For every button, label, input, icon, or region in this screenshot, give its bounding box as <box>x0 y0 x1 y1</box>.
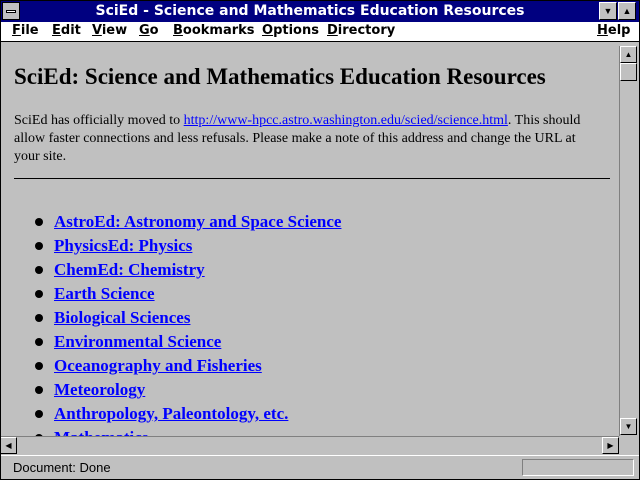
list-item: Biological Sciences <box>0 306 341 330</box>
menu-edit[interactable]: Edit <box>52 23 81 38</box>
bullet-icon <box>35 362 43 370</box>
link-earth-science[interactable]: Earth Science <box>54 284 155 303</box>
bullet-icon <box>35 290 43 298</box>
maximize-button[interactable]: ▲ <box>618 2 636 20</box>
list-item: Meteorology <box>0 378 341 402</box>
list-item: Earth Science <box>0 282 341 306</box>
arrow-right-icon: ▶ <box>607 441 614 450</box>
vertical-scroll-thumb[interactable] <box>620 63 637 81</box>
menu-bookmarks[interactable]: Bookmarks <box>173 23 255 38</box>
link-oceanography[interactable]: Oceanography and Fisheries <box>54 356 262 375</box>
list-item: AstroEd: Astronomy and Space Science <box>0 210 341 234</box>
document-content: SciEd: Science and Mathematics Education… <box>0 46 619 436</box>
minimize-icon: ▼ <box>603 6 613 16</box>
horizontal-rule <box>14 178 610 179</box>
menu-go[interactable]: Go <box>139 23 159 38</box>
horizontal-scrollbar[interactable]: ◀ ▶ <box>0 436 619 454</box>
bullet-icon <box>35 410 43 418</box>
link-astroed[interactable]: AstroEd: Astronomy and Space Science <box>54 212 341 231</box>
title-bar[interactable]: SciEd - Science and Mathematics Educatio… <box>0 0 640 22</box>
list-item: Anthropology, Paleontology, etc. <box>0 402 341 426</box>
bullet-icon <box>35 386 43 394</box>
status-bar: Document: Done <box>0 455 640 480</box>
arrow-left-icon: ◀ <box>5 441 12 450</box>
list-item: Oceanography and Fisheries <box>0 354 341 378</box>
relocation-notice: SciEd has officially moved to http://www… <box>14 113 581 164</box>
menu-options[interactable]: Options <box>262 23 319 38</box>
arrow-down-icon: ▼ <box>624 422 633 431</box>
link-anthropology[interactable]: Anthropology, Paleontology, etc. <box>54 404 288 423</box>
list-item: Mathematics <box>0 426 341 436</box>
menu-view[interactable]: View <box>92 23 127 38</box>
list-item: Environmental Science <box>0 330 341 354</box>
status-text: Document: Done <box>13 460 111 475</box>
scroll-up-button[interactable]: ▲ <box>620 46 637 63</box>
maximize-icon: ▲ <box>622 6 632 16</box>
bullet-icon <box>35 266 43 274</box>
system-menu-icon[interactable] <box>2 2 20 20</box>
page-title: SciEd: Science and Mathematics Education… <box>14 64 546 89</box>
arrow-up-icon: ▲ <box>624 50 633 59</box>
subject-list: AstroEd: Astronomy and Space Science Phy… <box>0 210 341 436</box>
menu-directory[interactable]: Directory <box>327 23 395 38</box>
list-item: PhysicsEd: Physics <box>0 234 341 258</box>
vertical-scrollbar[interactable]: ▲ ▼ <box>619 46 637 436</box>
link-mathematics[interactable]: Mathematics <box>54 428 148 436</box>
link-chemed[interactable]: ChemEd: Chemistry <box>54 260 205 279</box>
list-item: ChemEd: Chemistry <box>0 258 341 282</box>
scrollbar-corner <box>619 436 637 453</box>
scroll-right-button[interactable]: ▶ <box>602 437 619 454</box>
minimize-button[interactable]: ▼ <box>599 2 617 20</box>
link-biological-sciences[interactable]: Biological Sciences <box>54 308 190 327</box>
link-environmental-science[interactable]: Environmental Science <box>54 332 221 351</box>
link-meteorology[interactable]: Meteorology <box>54 380 145 399</box>
bullet-icon <box>35 314 43 322</box>
link-physicsed[interactable]: PhysicsEd: Physics <box>54 236 192 255</box>
menu-file[interactable]: File <box>12 23 39 38</box>
progress-indicator <box>522 459 634 476</box>
bullet-icon <box>35 218 43 226</box>
new-address-link[interactable]: http://www-hpcc.astro.washington.edu/sci… <box>184 113 508 128</box>
window-title: SciEd - Science and Mathematics Educatio… <box>95 3 525 19</box>
scroll-down-button[interactable]: ▼ <box>620 418 637 435</box>
bullet-icon <box>35 242 43 250</box>
bullet-icon <box>35 338 43 346</box>
menu-bar: File Edit View Go Bookmarks Options Dire… <box>0 22 640 42</box>
scroll-left-button[interactable]: ◀ <box>0 437 17 454</box>
menu-help[interactable]: Help <box>597 23 630 38</box>
